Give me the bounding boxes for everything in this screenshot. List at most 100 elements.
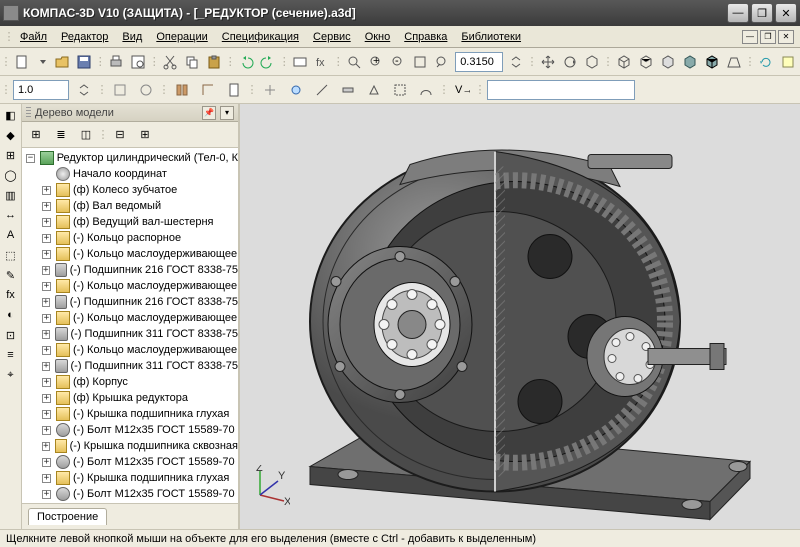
tree-twisty[interactable]: + <box>42 458 51 467</box>
panel-header[interactable]: Дерево модели 📌 ▾ <box>22 104 238 122</box>
menu-operations[interactable]: Операции <box>150 29 213 45</box>
pt-e[interactable]: ⊞ <box>134 124 156 146</box>
tree-twisty[interactable]: + <box>42 410 51 419</box>
new-button[interactable] <box>13 51 31 73</box>
menu-window[interactable]: Окно <box>359 29 397 45</box>
new-dropdown[interactable] <box>35 51 49 73</box>
tb2-a[interactable] <box>109 79 131 101</box>
tree-twisty[interactable]: + <box>42 234 51 243</box>
rotate-button[interactable] <box>561 51 579 73</box>
lt-9[interactable]: ✎ <box>2 266 20 284</box>
tree-node[interactable]: +(-) Подшипник 311 ГОСТ 8338-75 <box>22 326 238 342</box>
spin-field[interactable]: 1.0 <box>13 80 69 100</box>
mdi-minimize[interactable]: — <box>742 30 758 44</box>
tb2-f[interactable] <box>259 79 281 101</box>
tree-node[interactable]: +(-) Подшипник 216 ГОСТ 8338-75 <box>22 262 238 278</box>
print-button[interactable] <box>107 51 125 73</box>
shaded-button[interactable] <box>681 51 699 73</box>
maximize-button[interactable]: ❐ <box>751 3 773 23</box>
tree-node[interactable]: +(-) Кольцо маслоудерживающее <box>22 342 238 358</box>
perspective-button[interactable] <box>725 51 743 73</box>
mdi-restore[interactable]: ❐ <box>760 30 776 44</box>
tree-node[interactable]: +(ф) Ведущий вал-шестерня <box>22 214 238 230</box>
tree-twisty[interactable]: + <box>42 346 51 355</box>
tree-node[interactable]: +(ф) Крышка редуктора <box>22 390 238 406</box>
tb2-l[interactable] <box>415 79 437 101</box>
tree-twisty[interactable]: + <box>42 250 51 259</box>
rebuild-button[interactable] <box>779 51 797 73</box>
tb2-g[interactable] <box>285 79 307 101</box>
tb2-d[interactable] <box>197 79 219 101</box>
menu-spec[interactable]: Спецификация <box>216 29 305 45</box>
tree-twisty[interactable]: + <box>42 186 51 195</box>
mdi-close[interactable]: ✕ <box>778 30 794 44</box>
open-button[interactable] <box>53 51 71 73</box>
tree-node[interactable]: +(-) Кольцо маслоудерживающее <box>22 278 238 294</box>
tree-node[interactable]: +(-) Крышка подшипника глухая <box>22 406 238 422</box>
lt-1[interactable]: ◧ <box>2 106 20 124</box>
panel-pin[interactable]: 📌 <box>202 106 216 120</box>
tb2-vx[interactable]: V→ <box>451 79 473 101</box>
shaded-edges-button[interactable] <box>703 51 721 73</box>
lt-12[interactable]: ⊡ <box>2 326 20 344</box>
model-tree[interactable]: − Редуктор цилиндрический (Тел-0, К Нача… <box>22 148 238 503</box>
zoom-fit-button[interactable] <box>411 51 429 73</box>
manager-button[interactable] <box>291 51 309 73</box>
lt-7[interactable]: A <box>2 226 20 244</box>
tree-node[interactable]: +(-) Крышка подшипника сквозная <box>22 438 238 454</box>
tree-root[interactable]: − Редуктор цилиндрический (Тел-0, К <box>22 150 238 166</box>
lt-11[interactable]: ◐ <box>2 306 20 324</box>
tb2-c[interactable] <box>171 79 193 101</box>
tree-twisty[interactable]: + <box>42 378 51 387</box>
pt-a[interactable]: ⊞ <box>25 124 47 146</box>
wireframe-button[interactable] <box>615 51 633 73</box>
pt-d[interactable]: ⊟ <box>109 124 131 146</box>
tree-node[interactable]: +(-) Кольцо распорное <box>22 230 238 246</box>
zoom-field[interactable]: 0.3150 <box>455 52 503 72</box>
pt-c[interactable]: ◫ <box>75 124 97 146</box>
orientation-field[interactable] <box>487 80 635 100</box>
copy-button[interactable] <box>183 51 201 73</box>
preview-button[interactable] <box>129 51 147 73</box>
panel-dropdown[interactable]: ▾ <box>220 106 234 120</box>
hidden-lines-button[interactable] <box>637 51 655 73</box>
minimize-button[interactable]: — <box>727 3 749 23</box>
save-button[interactable] <box>75 51 93 73</box>
tree-twisty[interactable]: + <box>42 298 50 307</box>
tree-node[interactable]: +(ф) Вал ведомый <box>22 198 238 214</box>
zoom-window-button[interactable] <box>345 51 363 73</box>
tree-twisty[interactable]: + <box>42 394 51 403</box>
tree-twisty[interactable]: + <box>42 218 51 227</box>
tree-twisty[interactable]: + <box>42 282 51 291</box>
spin-step[interactable] <box>73 79 95 101</box>
lt-8[interactable]: ⬚ <box>2 246 20 264</box>
tree-twisty[interactable]: + <box>42 330 50 339</box>
tree-node[interactable]: +(-) Болт M12x35 ГОСТ 15589-70 <box>22 486 238 502</box>
tb2-e[interactable] <box>223 79 245 101</box>
lt-14[interactable]: ⌖ <box>2 366 20 384</box>
lt-6[interactable]: ↔ <box>2 206 20 224</box>
tb2-j[interactable] <box>363 79 385 101</box>
tb2-h[interactable] <box>311 79 333 101</box>
tree-twisty[interactable]: + <box>42 362 50 371</box>
tree-twisty[interactable]: + <box>42 474 51 483</box>
tree-node[interactable]: +(-) Кольцо маслоудерживающее <box>22 310 238 326</box>
lt-10[interactable]: fx <box>2 286 20 304</box>
lt-13[interactable]: ≡ <box>2 346 20 364</box>
variables-button[interactable]: fx <box>313 51 331 73</box>
lt-3[interactable]: ⊞ <box>2 146 20 164</box>
menu-view[interactable]: Вид <box>116 29 148 45</box>
menu-libs[interactable]: Библиотеки <box>455 29 527 45</box>
viewport-3d[interactable]: Z X Y <box>240 104 800 529</box>
pan-button[interactable] <box>539 51 557 73</box>
tree-node[interactable]: +(-) Кольцо маслоудерживающее <box>22 246 238 262</box>
menu-file[interactable]: Файл <box>14 29 53 45</box>
refresh-button[interactable] <box>757 51 775 73</box>
zoom-prev-button[interactable] <box>433 51 451 73</box>
undo-button[interactable] <box>237 51 255 73</box>
tb2-i[interactable] <box>337 79 359 101</box>
menu-service[interactable]: Сервис <box>307 29 357 45</box>
tree-twisty[interactable]: + <box>42 490 51 499</box>
cut-button[interactable] <box>161 51 179 73</box>
pt-b[interactable]: ≣ <box>50 124 72 146</box>
